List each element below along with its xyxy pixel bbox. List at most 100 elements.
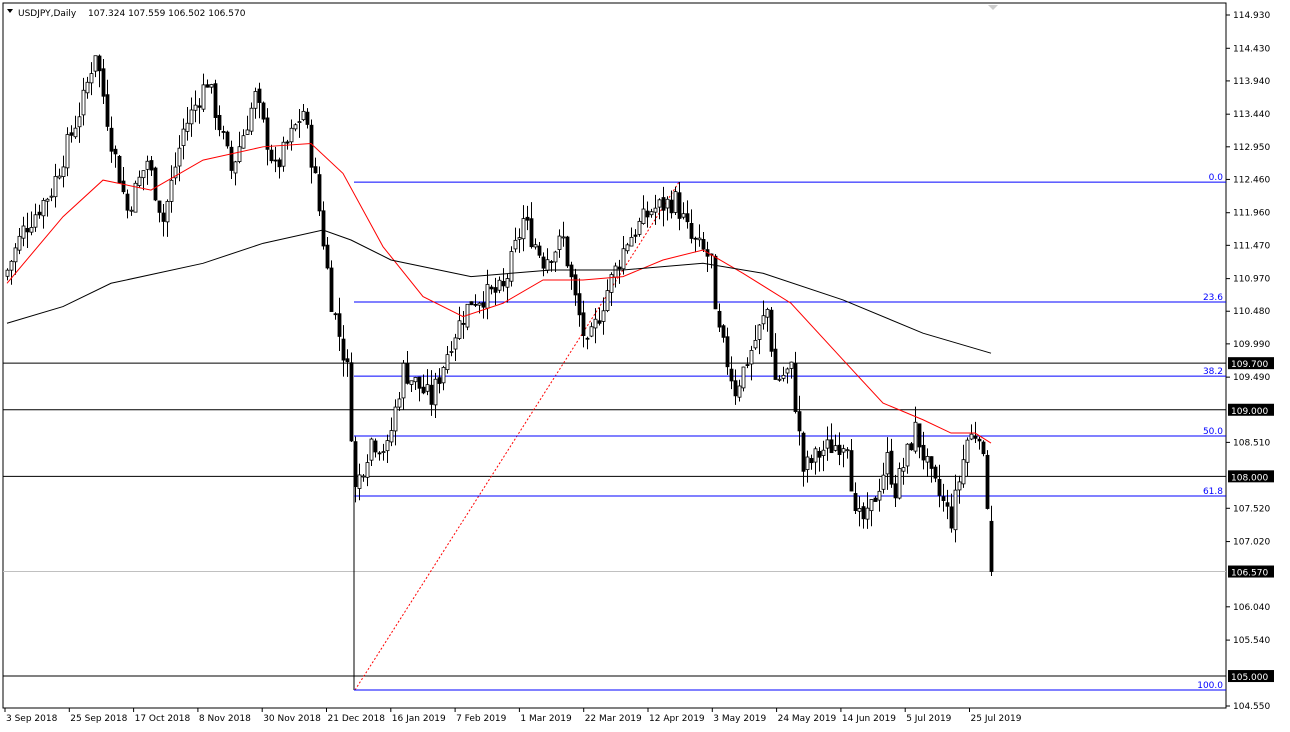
fib-level-label: 38.2 xyxy=(1203,367,1223,377)
x-tick-label: 3 Sep 2018 xyxy=(6,714,58,724)
candle xyxy=(154,168,157,200)
candle xyxy=(738,386,741,397)
candle xyxy=(702,239,705,249)
candle xyxy=(774,349,777,379)
candle xyxy=(350,363,353,441)
candle xyxy=(258,89,261,102)
candle xyxy=(926,456,929,462)
candle xyxy=(142,171,145,178)
candle xyxy=(682,214,685,217)
y-tick-label: 113.440 xyxy=(1233,110,1270,120)
candle xyxy=(670,200,673,213)
candle xyxy=(182,129,185,145)
candle xyxy=(970,434,973,439)
y-tick-label: 111.470 xyxy=(1233,241,1270,251)
candle xyxy=(298,122,301,123)
candle xyxy=(866,508,869,519)
ohlc-readout: 107.324 107.559 106.502 106.570 xyxy=(88,9,246,19)
x-tick-label: 8 Nov 2018 xyxy=(199,714,251,724)
candle xyxy=(586,338,589,339)
x-tick-label: 22 Mar 2019 xyxy=(585,714,642,724)
candle xyxy=(478,303,481,305)
candle xyxy=(566,237,569,266)
candle xyxy=(786,369,789,373)
candle xyxy=(822,450,825,455)
candle xyxy=(342,339,345,360)
candle xyxy=(498,280,501,290)
candle xyxy=(138,177,141,185)
candle xyxy=(606,291,609,311)
candle xyxy=(242,136,245,148)
candle xyxy=(302,111,305,119)
candle xyxy=(366,463,369,478)
candle xyxy=(778,379,781,380)
y-tick-label: 110.970 xyxy=(1233,275,1270,285)
candle xyxy=(946,503,949,507)
candle xyxy=(306,112,309,124)
candle xyxy=(698,238,701,240)
y-tick-label: 109.990 xyxy=(1233,340,1270,350)
price-chart[interactable]: USDJPY,Daily107.324 107.559 106.502 106.… xyxy=(0,0,1290,732)
candle xyxy=(378,453,381,454)
candle xyxy=(630,237,633,246)
chart-window[interactable]: USDJPY,Daily107.324 107.559 106.502 106.… xyxy=(0,0,1290,732)
candle xyxy=(522,219,525,239)
candle xyxy=(94,56,97,71)
candle xyxy=(330,268,333,312)
x-tick-label: 21 Dec 2018 xyxy=(328,714,386,724)
y-tick-label: 105.540 xyxy=(1233,636,1270,646)
candle xyxy=(134,183,137,212)
candle xyxy=(290,128,293,142)
candle xyxy=(634,235,637,236)
candle xyxy=(690,223,693,238)
candle xyxy=(74,128,77,137)
candle xyxy=(470,302,473,305)
candle xyxy=(506,279,509,288)
y-tick-label: 104.550 xyxy=(1233,702,1270,712)
candle xyxy=(826,440,829,448)
candle xyxy=(722,326,725,338)
y-tick-label: 114.930 xyxy=(1233,11,1270,21)
candle xyxy=(530,219,533,247)
candle xyxy=(746,365,749,366)
candle xyxy=(86,82,89,93)
candle xyxy=(218,115,221,129)
candle xyxy=(578,294,581,315)
x-tick-label: 24 May 2019 xyxy=(778,714,837,724)
candle xyxy=(598,321,601,324)
candle xyxy=(550,262,553,263)
x-tick-label: 5 Jul 2019 xyxy=(906,714,951,724)
candle xyxy=(878,491,881,500)
candle xyxy=(834,446,837,451)
candle xyxy=(662,198,665,211)
fib-level-label: 23.6 xyxy=(1203,293,1223,303)
candle xyxy=(894,484,897,498)
candle xyxy=(646,211,649,217)
candle xyxy=(102,69,105,96)
candle xyxy=(294,125,297,129)
x-tick-label: 25 Sep 2018 xyxy=(70,714,127,724)
candle xyxy=(234,162,237,173)
x-tick-label: 7 Feb 2019 xyxy=(456,714,507,724)
candle xyxy=(66,135,69,168)
candle xyxy=(310,125,313,167)
candle xyxy=(870,499,873,510)
candle xyxy=(794,363,797,411)
candle xyxy=(398,399,401,407)
y-tick-label: 110.480 xyxy=(1233,307,1270,317)
candle xyxy=(82,90,85,115)
candle xyxy=(30,227,33,232)
candle xyxy=(590,327,593,336)
candle xyxy=(50,196,53,197)
x-tick-label: 14 Jun 2019 xyxy=(842,714,896,724)
candle xyxy=(674,192,677,213)
candle xyxy=(38,212,41,215)
candle xyxy=(810,458,813,462)
candle xyxy=(842,449,845,452)
y-tick-label: 113.940 xyxy=(1233,77,1270,87)
candle xyxy=(858,508,861,511)
candle xyxy=(862,507,865,519)
y-tick-label: 107.020 xyxy=(1233,538,1270,548)
candle xyxy=(594,319,597,328)
candle xyxy=(458,321,461,339)
